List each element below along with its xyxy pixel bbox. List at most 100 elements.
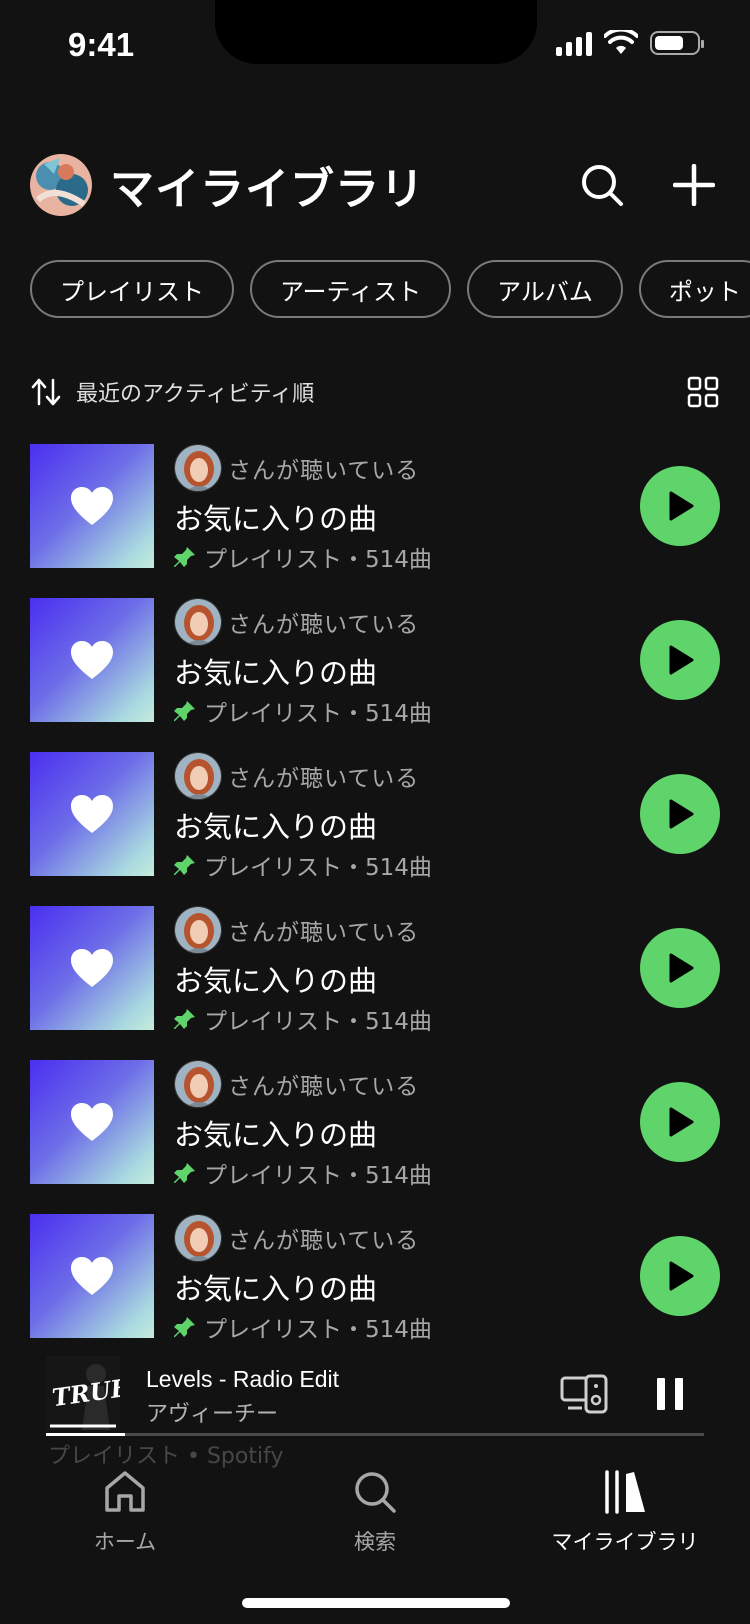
owner-avatar bbox=[174, 1060, 222, 1108]
meta-line: プレイリスト・514曲 bbox=[174, 1002, 432, 1036]
list-item[interactable]: さんが聴いている お気に入りの曲 プレイリスト・514曲 bbox=[30, 906, 720, 1060]
owner-text: さんが聴いている bbox=[228, 612, 420, 638]
list-item[interactable]: さんが聴いている お気に入りの曲 プレイリスト・514曲 bbox=[30, 598, 720, 752]
tab-home-label: ホーム bbox=[93, 1530, 157, 1554]
list-item-info: さんが聴いている お気に入りの曲 プレイリスト・514曲 bbox=[174, 444, 432, 574]
owner-line: さんが聴いている bbox=[174, 1060, 432, 1108]
tab-library[interactable]: マイライブラリ bbox=[525, 1468, 725, 1556]
list-item-meta: プレイリスト・514曲 bbox=[204, 701, 432, 727]
tab-home[interactable]: ホーム bbox=[25, 1468, 225, 1556]
library-list: さんが聴いている お気に入りの曲 プレイリスト・514曲 さんが聴いている お気… bbox=[30, 444, 720, 1368]
list-item[interactable]: さんが聴いている お気に入りの曲 プレイリスト・514曲 bbox=[30, 1060, 720, 1214]
cellular-signal-icon bbox=[556, 30, 592, 56]
pause-button[interactable] bbox=[650, 1374, 690, 1414]
play-button[interactable] bbox=[640, 1236, 720, 1316]
list-item-info: さんが聴いている お気に入りの曲 プレイリスト・514曲 bbox=[174, 906, 432, 1036]
list-item-meta: プレイリスト・514曲 bbox=[204, 1317, 432, 1343]
owner-avatar bbox=[174, 906, 222, 954]
sort-label[interactable]: 最近のアクティビティ順 bbox=[76, 376, 314, 408]
liked-songs-cover bbox=[30, 598, 154, 722]
owner-text: さんが聴いている bbox=[228, 1074, 420, 1100]
list-item-title: お気に入りの曲 bbox=[174, 1272, 378, 1306]
owner-text: さんが聴いている bbox=[228, 766, 420, 792]
meta-line: プレイリスト・514曲 bbox=[174, 540, 432, 574]
library-header: マイライブラリ bbox=[30, 150, 720, 220]
play-button[interactable] bbox=[640, 774, 720, 854]
plus-icon bbox=[673, 164, 715, 206]
connect-device-button[interactable] bbox=[560, 1374, 610, 1416]
chip-artists[interactable]: アーティスト bbox=[250, 260, 452, 318]
playback-progress[interactable] bbox=[46, 1433, 704, 1436]
heart-icon bbox=[71, 949, 113, 987]
track-artist: アヴィーチー bbox=[146, 1402, 279, 1427]
owner-line: さんが聴いている bbox=[174, 444, 432, 492]
page-title: マイライブラリ bbox=[110, 164, 425, 215]
list-item-meta: プレイリスト・514曲 bbox=[204, 855, 432, 881]
play-button[interactable] bbox=[640, 620, 720, 700]
play-button[interactable] bbox=[640, 466, 720, 546]
tab-library-label: マイライブラリ bbox=[551, 1530, 699, 1554]
sort-arrows-icon[interactable] bbox=[30, 377, 62, 407]
liked-songs-cover bbox=[30, 444, 154, 568]
chip-albums[interactable]: アルバム bbox=[467, 260, 623, 318]
owner-text: さんが聴いている bbox=[228, 458, 420, 484]
status-icons bbox=[556, 30, 704, 56]
liked-songs-cover bbox=[30, 1214, 154, 1338]
list-item-info: さんが聴いている お気に入りの曲 プレイリスト・514曲 bbox=[174, 1060, 432, 1190]
add-button[interactable] bbox=[668, 159, 720, 211]
sort-row: 最近のアクティビティ順 bbox=[30, 372, 720, 412]
grid-view-icon[interactable] bbox=[686, 375, 720, 409]
pin-icon bbox=[174, 1317, 195, 1337]
heart-icon bbox=[71, 1103, 113, 1141]
filter-chips: プレイリスト アーティスト アルバム ポット bbox=[30, 260, 750, 318]
pin-icon bbox=[174, 1163, 195, 1183]
devices-icon bbox=[560, 1374, 608, 1414]
mini-player[interactable]: TRUE Levels - Radio Edit アヴィーチー bbox=[30, 1352, 720, 1444]
list-item[interactable]: さんが聴いている お気に入りの曲 プレイリスト・514曲 bbox=[30, 444, 720, 598]
search-button[interactable] bbox=[576, 159, 628, 211]
play-button[interactable] bbox=[640, 1082, 720, 1162]
meta-line: プレイリスト・514曲 bbox=[174, 1156, 432, 1190]
list-item-title: お気に入りの曲 bbox=[174, 1118, 378, 1152]
owner-avatar bbox=[174, 1214, 222, 1262]
tab-search[interactable]: 検索 bbox=[275, 1468, 475, 1556]
meta-line: プレイリスト・514曲 bbox=[174, 694, 432, 728]
list-item[interactable]: さんが聴いている お気に入りの曲 プレイリスト・514曲 bbox=[30, 1214, 720, 1368]
list-item-meta: プレイリスト・514曲 bbox=[204, 1009, 432, 1035]
liked-songs-cover bbox=[30, 752, 154, 876]
owner-text: さんが聴いている bbox=[228, 920, 420, 946]
album-art: TRUE bbox=[46, 1356, 120, 1430]
track-title: Levels - Radio Edit bbox=[146, 1366, 340, 1392]
owner-avatar bbox=[174, 752, 222, 800]
list-item-info: さんが聴いている お気に入りの曲 プレイリスト・514曲 bbox=[174, 752, 432, 882]
list-item-meta: プレイリスト・514曲 bbox=[204, 1163, 432, 1189]
owner-avatar bbox=[174, 444, 222, 492]
owner-line: さんが聴いている bbox=[174, 1214, 432, 1262]
profile-avatar[interactable] bbox=[30, 154, 92, 216]
list-item-title: お気に入りの曲 bbox=[174, 656, 378, 690]
liked-songs-cover bbox=[30, 1060, 154, 1184]
owner-text: さんが聴いている bbox=[228, 1228, 420, 1254]
list-item-title: お気に入りの曲 bbox=[174, 810, 378, 844]
library-icon bbox=[605, 1470, 645, 1514]
play-icon bbox=[669, 1107, 694, 1137]
play-button[interactable] bbox=[640, 928, 720, 1008]
owner-line: さんが聴いている bbox=[174, 906, 432, 954]
list-item-title: お気に入りの曲 bbox=[174, 502, 378, 536]
home-indicator[interactable] bbox=[242, 1598, 510, 1608]
playback-progress-fill bbox=[46, 1433, 125, 1436]
list-item[interactable]: さんが聴いている お気に入りの曲 プレイリスト・514曲 bbox=[30, 752, 720, 906]
play-icon bbox=[669, 491, 694, 521]
play-icon bbox=[669, 645, 694, 675]
header-actions bbox=[576, 159, 720, 211]
owner-line: さんが聴いている bbox=[174, 752, 432, 800]
list-item-info: さんが聴いている お気に入りの曲 プレイリスト・514曲 bbox=[174, 1214, 432, 1344]
chip-podcasts[interactable]: ポット bbox=[638, 260, 750, 318]
chip-playlists[interactable]: プレイリスト bbox=[30, 260, 234, 318]
pin-icon bbox=[174, 701, 195, 721]
list-item-title: お気に入りの曲 bbox=[174, 964, 378, 998]
meta-line: プレイリスト・514曲 bbox=[174, 848, 432, 882]
heart-icon bbox=[71, 1257, 113, 1295]
status-bar: 9:41 bbox=[0, 0, 750, 96]
wifi-icon bbox=[604, 30, 638, 54]
